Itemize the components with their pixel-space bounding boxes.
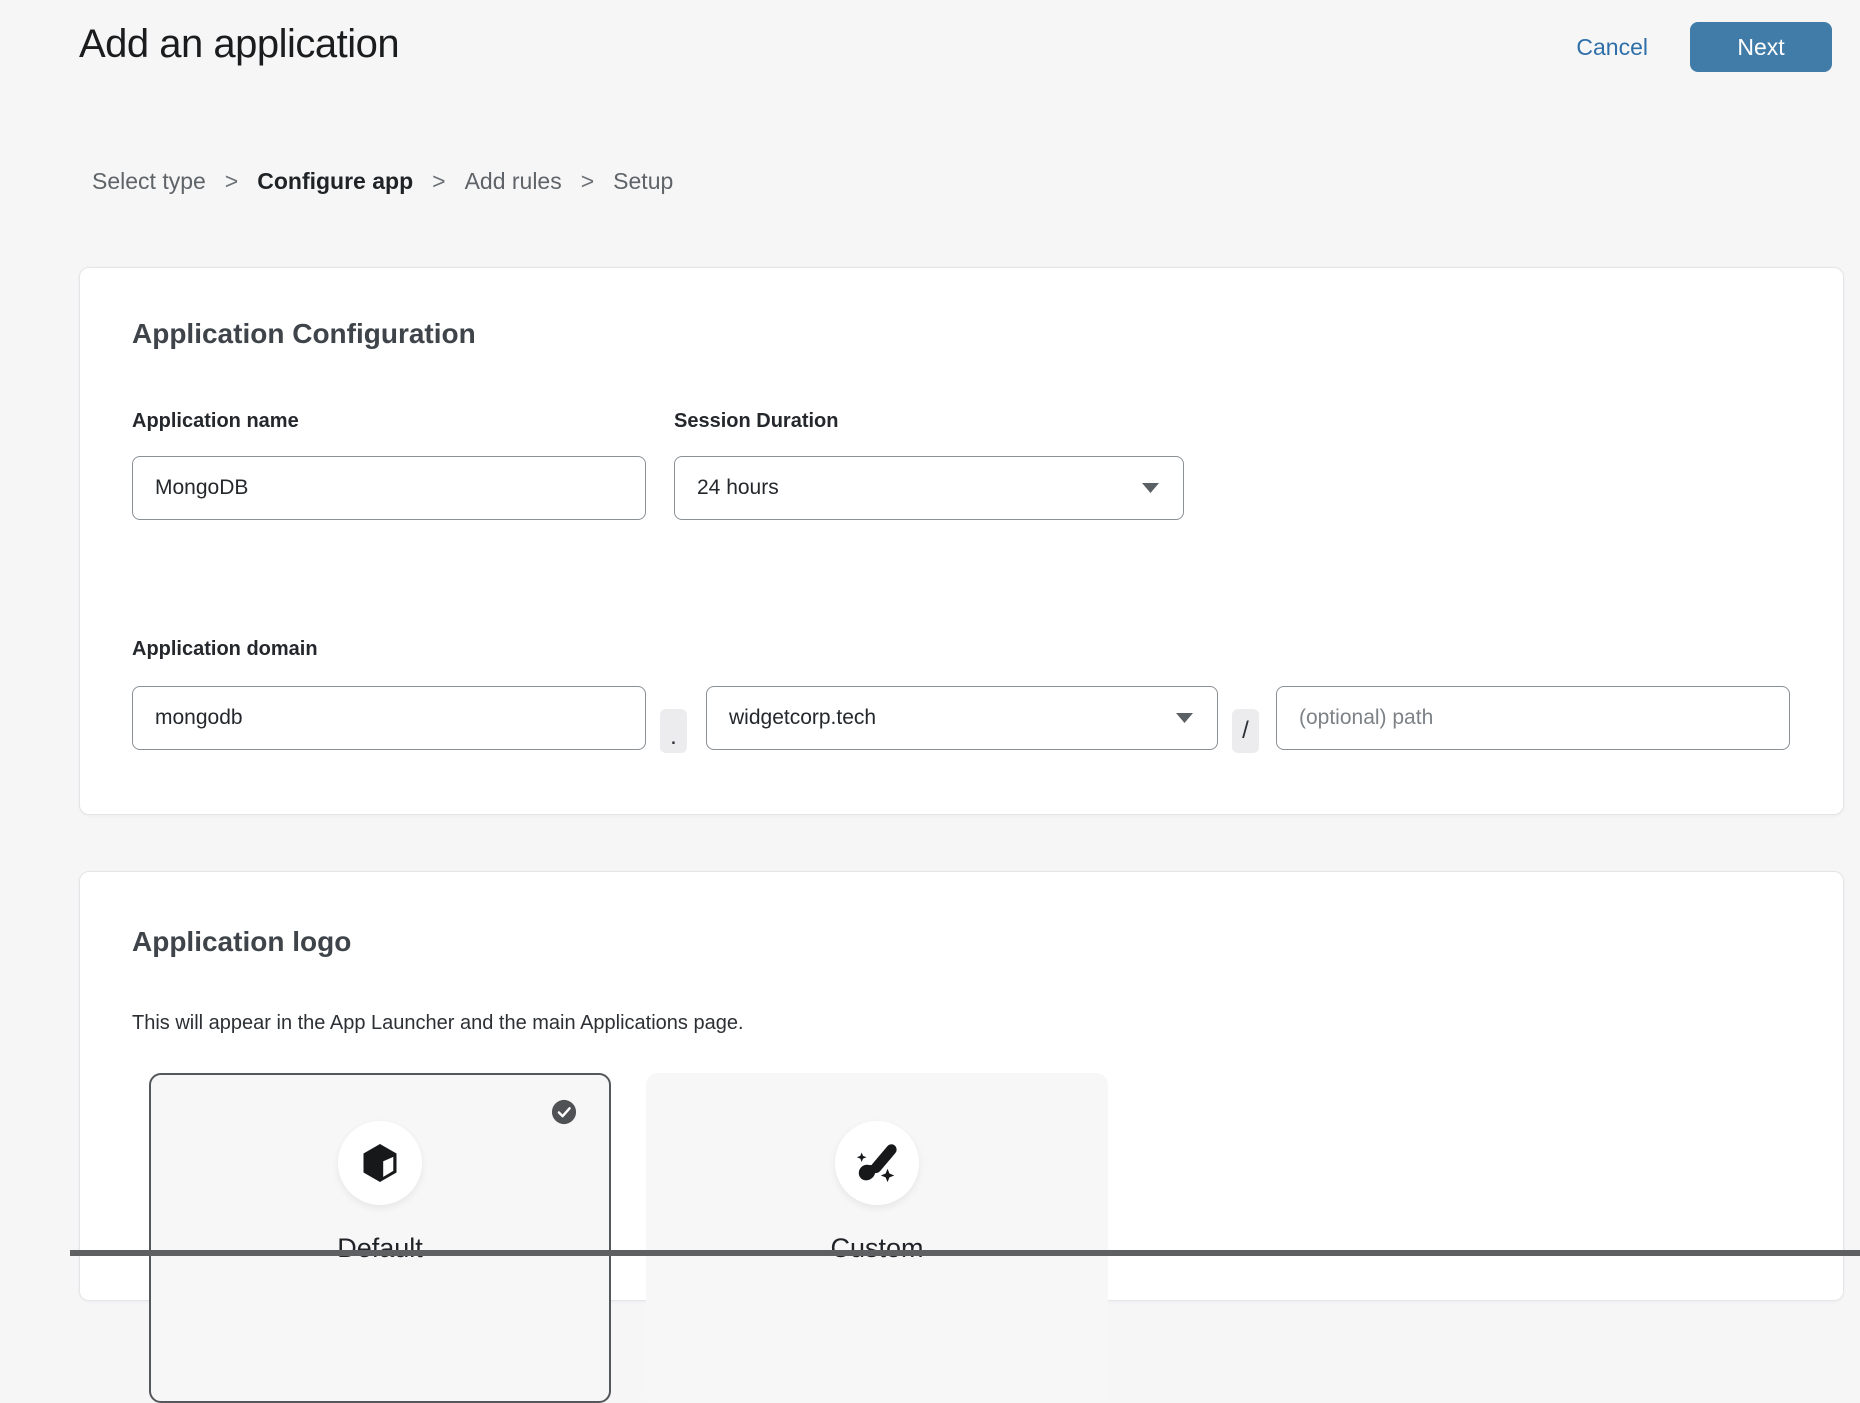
chevron-down-icon (1142, 483, 1159, 493)
logo-option-default[interactable]: Default (149, 1073, 611, 1403)
session-duration-label: Session Duration (674, 410, 838, 433)
logo-option-default-label: Default (151, 1233, 609, 1264)
application-name-label: Application name (132, 410, 299, 433)
config-card-heading: Application Configuration (132, 318, 476, 350)
horizontal-scrollbar[interactable] (70, 1250, 1860, 1256)
breadcrumb-separator: > (581, 168, 594, 195)
path-input[interactable] (1276, 686, 1790, 750)
breadcrumb: Select type > Configure app > Add rules … (92, 168, 673, 195)
breadcrumb-separator: > (225, 168, 238, 195)
breadcrumb-step-select-type[interactable]: Select type (92, 168, 206, 195)
paintbrush-icon (854, 1140, 900, 1186)
chevron-down-icon (1176, 713, 1193, 723)
session-duration-value: 24 hours (697, 476, 779, 500)
logo-card-heading: Application logo (132, 926, 351, 958)
cube-icon (358, 1141, 402, 1185)
logo-card-description: This will appear in the App Launcher and… (132, 1012, 744, 1035)
breadcrumb-separator: > (432, 168, 445, 195)
page-title: Add an application (79, 22, 399, 67)
custom-logo-circle (835, 1121, 919, 1205)
application-name-input[interactable] (132, 456, 646, 520)
session-duration-select[interactable]: 24 hours (674, 456, 1184, 520)
logo-option-custom[interactable]: Custom (646, 1073, 1108, 1403)
domain-select-value: widgetcorp.tech (729, 706, 876, 730)
application-configuration-card: Application Configuration Application na… (79, 267, 1844, 815)
breadcrumb-step-add-rules[interactable]: Add rules (465, 168, 562, 195)
logo-option-custom-label: Custom (648, 1233, 1106, 1264)
domain-slash-separator: / (1232, 709, 1259, 753)
application-logo-card: Application logo This will appear in the… (79, 871, 1844, 1301)
subdomain-input[interactable] (132, 686, 646, 750)
cancel-button[interactable]: Cancel (1576, 34, 1648, 61)
selected-check-icon (551, 1099, 577, 1125)
breadcrumb-step-configure-app[interactable]: Configure app (257, 168, 413, 195)
default-logo-circle (338, 1121, 422, 1205)
add-application-page: Add an application Cancel Next Select ty… (0, 0, 1860, 1256)
application-domain-label: Application domain (132, 638, 318, 661)
breadcrumb-step-setup[interactable]: Setup (613, 168, 673, 195)
domain-select[interactable]: widgetcorp.tech (706, 686, 1218, 750)
header-actions: Cancel Next (1576, 22, 1832, 72)
next-button[interactable]: Next (1690, 22, 1832, 72)
domain-dot-separator: . (660, 709, 687, 753)
